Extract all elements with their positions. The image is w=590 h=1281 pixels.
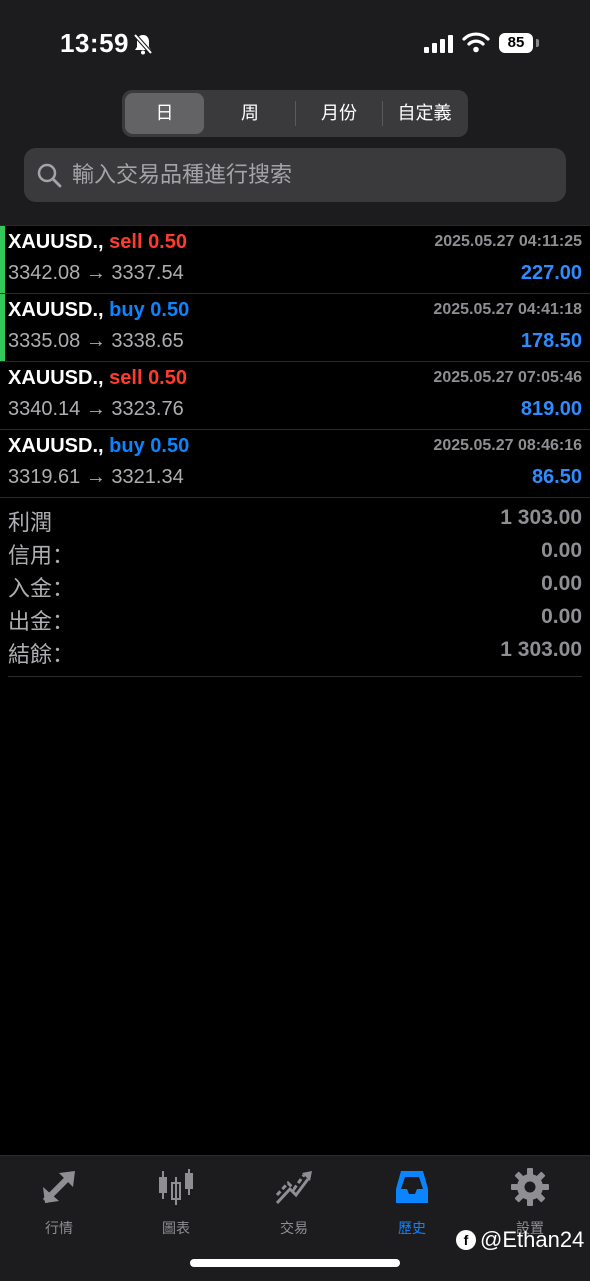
trade-datetime: 2025.05.27 08:46:16: [433, 437, 582, 454]
open-indicator: [0, 294, 5, 361]
tab-day[interactable]: 日: [125, 93, 204, 134]
settings-gear-icon: [511, 1168, 549, 1206]
candlestick-chart-icon: [159, 1169, 193, 1205]
tab-month[interactable]: 月份: [297, 93, 381, 134]
trade-list: XAUUSD., sell 0.50 2025.05.27 04:11:25 3…: [0, 225, 590, 498]
cellular-signal-icon: [424, 35, 453, 53]
trade-profit: 178.50: [520, 330, 582, 352]
tab-label: 行情: [45, 1220, 73, 1236]
tab-custom[interactable]: 自定義: [384, 93, 465, 134]
summary-value: 1 303.00: [500, 638, 582, 661]
summary-label: 信用：: [8, 543, 75, 568]
trade-direction: buy: [109, 435, 145, 457]
trade-row[interactable]: XAUUSD., buy 0.50 2025.05.27 08:46:16 33…: [0, 430, 590, 498]
status-time: 13:59: [60, 28, 129, 58]
trade-direction: sell: [109, 367, 143, 389]
tab-label: 歷史: [398, 1220, 426, 1236]
watermark-text: @Ethan24: [480, 1227, 585, 1252]
tab-label: 圖表: [162, 1220, 190, 1236]
trade-row[interactable]: XAUUSD., sell 0.50 2025.05.27 07:05:46 3…: [0, 362, 590, 430]
quotes-arrows-icon: [42, 1171, 75, 1204]
trade-datetime: 2025.05.27 04:11:25: [434, 233, 582, 250]
trade-volume: 0.50: [150, 435, 190, 457]
account-summary: 利潤 1 303.00 信用： 0.00 入金： 0.00 出金： 0.00 結…: [8, 503, 582, 677]
tab-history[interactable]: 歷史: [362, 1166, 462, 1238]
trade-volume: 0.50: [150, 299, 190, 321]
summary-value: 0.00: [541, 572, 582, 595]
tab-trade[interactable]: 交易: [244, 1166, 344, 1238]
summary-value: 0.00: [541, 605, 582, 628]
search-input[interactable]: 輸入交易品種進行搜索: [72, 148, 292, 202]
battery-tip: [536, 39, 539, 47]
summary-row-profit: 利潤 1 303.00: [8, 503, 582, 536]
trade-prices: 3342.08 → 3337.54: [8, 262, 184, 284]
trade-symbol: XAUUSD.,: [8, 231, 104, 253]
history-inbox-icon: [396, 1171, 428, 1203]
summary-value: 1 303.00: [500, 506, 582, 529]
summary-label: 出金：: [8, 609, 75, 634]
watermark: f @Ethan24: [456, 1227, 584, 1253]
trade-symbol: XAUUSD.,: [8, 299, 104, 321]
trade-prices: 3335.08 → 3338.65: [8, 330, 184, 352]
summary-row-balance: 結餘： 1 303.00: [8, 635, 582, 668]
trade-direction: sell: [109, 231, 143, 253]
tab-charts[interactable]: 圖表: [126, 1166, 226, 1238]
open-indicator: [0, 226, 5, 293]
trade-prices: 3340.14 → 3323.76: [8, 398, 184, 420]
trade-profit: 86.50: [531, 466, 582, 488]
search-icon: [37, 163, 62, 188]
summary-row-withdrawal: 出金： 0.00: [8, 602, 582, 635]
tab-week[interactable]: 周: [208, 93, 292, 134]
trade-profit: 227.00: [520, 262, 582, 284]
summary-row-credit: 信用： 0.00: [8, 536, 582, 569]
trade-volume: 0.50: [148, 367, 187, 389]
summary-label: 利潤: [8, 510, 53, 535]
trade-symbol: XAUUSD.,: [8, 367, 104, 389]
trade-symbol: XAUUSD.,: [8, 435, 104, 457]
trade-row[interactable]: XAUUSD., sell 0.50 2025.05.27 04:11:25 3…: [0, 225, 590, 294]
battery-icon: 85: [499, 33, 533, 53]
summary-row-deposit: 入金： 0.00: [8, 569, 582, 602]
home-indicator: [190, 1259, 400, 1267]
trade-row[interactable]: XAUUSD., buy 0.50 2025.05.27 04:41:18 33…: [0, 294, 590, 362]
trade-trend-icon: [275, 1171, 312, 1205]
summary-label: 入金：: [8, 576, 75, 601]
summary-value: 0.00: [541, 539, 582, 562]
tab-quotes[interactable]: 行情: [9, 1166, 109, 1238]
segment-divider: [382, 101, 383, 126]
tab-label: 交易: [280, 1220, 308, 1236]
summary-label: 結餘：: [8, 642, 75, 667]
facebook-icon: f: [456, 1230, 476, 1250]
search-bar[interactable]: 輸入交易品種進行搜索: [24, 148, 566, 202]
period-segmented-control: 日 周 月份 自定義: [122, 90, 468, 137]
bell-muted-icon: [133, 33, 153, 55]
status-bar: 13:59 85: [0, 0, 590, 90]
trade-profit: 819.00: [520, 398, 582, 420]
trade-datetime: 2025.05.27 07:05:46: [433, 369, 582, 386]
trade-datetime: 2025.05.27 04:41:18: [433, 301, 582, 318]
wifi-icon: [462, 32, 490, 53]
history-header: 日 周 月份 自定義 輸入交易品種進行搜索: [0, 90, 590, 225]
segment-divider: [295, 101, 296, 126]
trade-direction: buy: [109, 299, 145, 321]
trade-prices: 3319.61 → 3321.34: [8, 466, 184, 488]
trade-volume: 0.50: [148, 231, 187, 253]
